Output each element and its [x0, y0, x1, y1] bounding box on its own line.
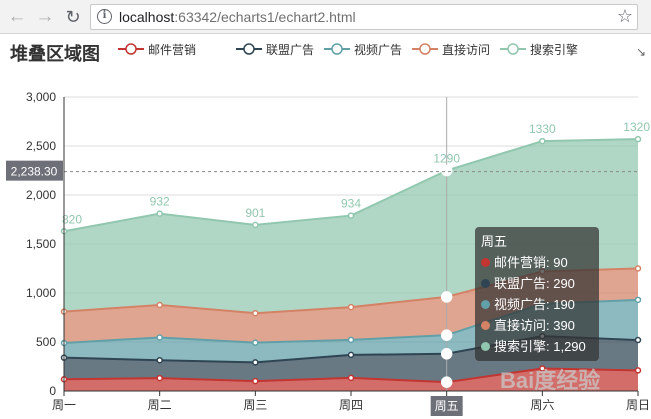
data-point [156, 356, 163, 364]
tooltip-title: 周五 [481, 234, 508, 249]
tooltip-dot [481, 258, 490, 267]
y-tick-label: 1,000 [26, 286, 56, 300]
data-point [634, 135, 642, 143]
data-point [440, 329, 453, 341]
tooltip-row: 视频广告: 190 [481, 294, 593, 315]
data-point [440, 348, 453, 360]
y-tick-label: 2,500 [26, 139, 56, 153]
data-point [252, 309, 259, 317]
data-point [156, 210, 163, 217]
tooltip-dot [481, 300, 490, 309]
data-point [634, 296, 642, 304]
data-point [347, 351, 355, 359]
tooltip-row: 直接访问: 390 [481, 315, 593, 336]
data-point [634, 336, 642, 344]
tooltip-text: 视频广告: 190 [494, 297, 575, 312]
data-point [156, 374, 163, 382]
tooltip-text: 直接访问: 390 [494, 318, 575, 333]
y-tick-label: 3,000 [26, 90, 56, 104]
tooltip-dot [481, 342, 490, 351]
data-point [347, 374, 355, 382]
data-label: 1290 [433, 152, 460, 166]
data-point [252, 221, 259, 229]
x-tick-label: 周三 [243, 398, 267, 412]
tooltip-row: 联盟广告: 290 [481, 273, 593, 294]
axis-pointer-x-label: 周五 [435, 399, 459, 413]
y-tick-label: 500 [36, 335, 56, 349]
tooltip-text: 邮件营销: 90 [494, 255, 568, 270]
data-point [347, 336, 355, 344]
data-point [347, 303, 355, 311]
data-point [634, 367, 642, 374]
chart-tooltip: 周五 邮件营销: 90 联盟广告: 290 视频广告: 190 直接访问: 390 搜索… [475, 227, 599, 361]
axis-pointer-y-label: 2,238.30 [11, 165, 58, 179]
tooltip-row: 搜索引擎: 1,290 [481, 336, 593, 357]
data-point [156, 334, 163, 341]
data-point [347, 212, 355, 219]
data-label: 1330 [529, 122, 556, 136]
x-tick-label: 周一 [52, 398, 76, 412]
tooltip-dot [481, 321, 490, 330]
data-label: 932 [150, 195, 170, 209]
data-point [156, 301, 163, 309]
data-label: 820 [62, 212, 82, 226]
watermark: Bai度经验 [500, 368, 601, 393]
data-point [440, 164, 453, 177]
data-point [252, 359, 259, 366]
data-point [634, 265, 642, 272]
tooltip-row: 邮件营销: 90 [481, 252, 593, 273]
y-tick-label: 0 [49, 384, 56, 398]
y-tick-label: 1,500 [26, 237, 56, 251]
data-point [252, 339, 259, 346]
tooltip-text: 搜索引擎: 1,290 [494, 339, 586, 354]
x-tick-label: 周六 [530, 398, 554, 412]
x-tick-label: 周二 [148, 398, 172, 412]
x-tick-label: 周日 [626, 398, 650, 412]
data-point [440, 291, 453, 303]
tooltip-dot [481, 279, 490, 288]
y-tick-label: 2,000 [26, 188, 56, 202]
data-point [252, 377, 259, 385]
data-point [539, 137, 546, 145]
data-point [440, 376, 453, 388]
data-label: 934 [341, 197, 361, 211]
data-label: 1320 [623, 120, 650, 134]
x-tick-label: 周四 [339, 398, 363, 412]
tooltip-text: 联盟广告: 290 [494, 276, 575, 291]
data-label: 901 [245, 206, 265, 220]
